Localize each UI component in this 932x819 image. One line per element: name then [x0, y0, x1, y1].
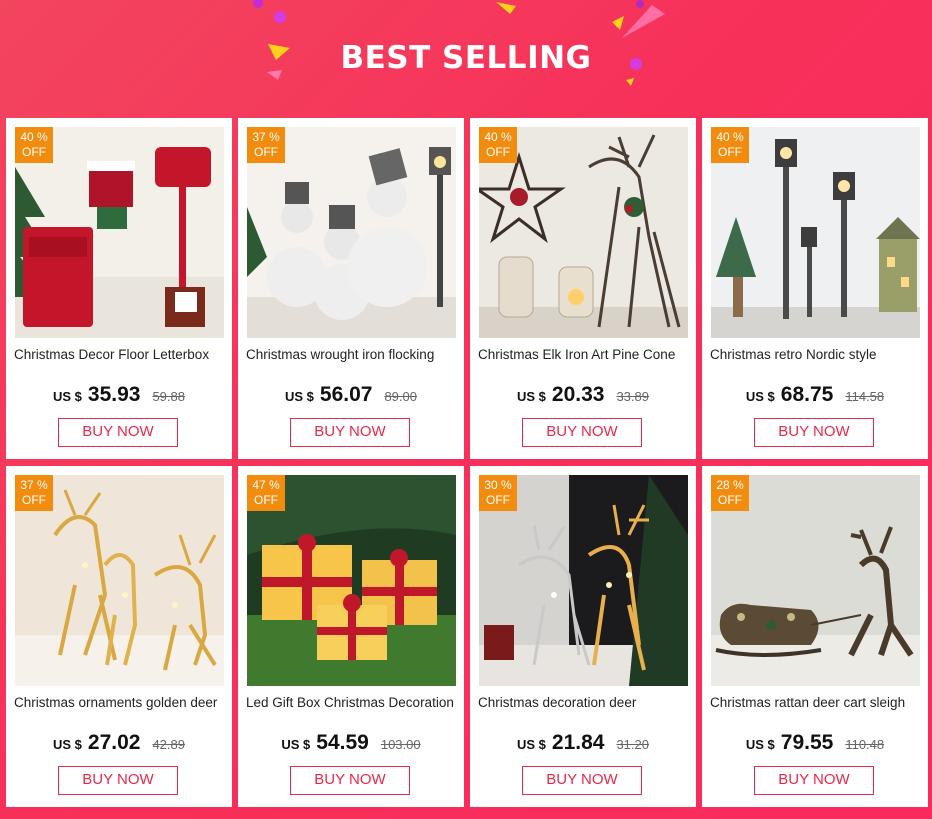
price-row: US $ 56.07 89.00 — [238, 383, 464, 407]
discount-percent: 30 % — [484, 478, 512, 492]
buy-now-button[interactable]: BUY NOW — [754, 766, 874, 795]
currency-label: US $ — [516, 389, 546, 404]
product-image[interactable]: 40 % OFF — [15, 127, 224, 338]
currency-label: US $ — [745, 389, 775, 404]
buy-now-button[interactable]: BUY NOW — [290, 766, 410, 795]
sale-price: 54.59 — [316, 731, 369, 754]
discount-off: OFF — [254, 145, 278, 159]
page-title: BEST SELLING — [340, 40, 592, 76]
discount-badge: 37 % OFF — [247, 127, 285, 163]
product-image[interactable]: 40 % OFF — [479, 127, 688, 338]
currency-label: US $ — [52, 389, 82, 404]
sale-price: 79.55 — [780, 731, 834, 754]
original-price: 42.89 — [152, 737, 185, 752]
price-row: US $ 27.02 42.89 — [6, 731, 232, 755]
original-price: 114.58 — [845, 389, 885, 404]
product-grid: 40 % OFF Christmas Decor Floor Letterbox… — [6, 118, 928, 807]
discount-off: OFF — [718, 493, 742, 507]
discount-off: OFF — [254, 493, 278, 507]
product-name[interactable]: Christmas wrought iron flocking — [246, 347, 458, 362]
discount-badge: 47 % OFF — [247, 475, 285, 511]
discount-percent: 40 % — [20, 130, 48, 144]
product-name[interactable]: Christmas Elk Iron Art Pine Cone — [478, 347, 690, 362]
product-name[interactable]: Led Gift Box Christmas Decoration — [246, 695, 458, 710]
discount-percent: 40 % — [484, 130, 512, 144]
discount-percent: 40 % — [716, 130, 744, 144]
buy-now-button[interactable]: BUY NOW — [58, 418, 178, 447]
price-row: US $ 68.75 114.58 — [702, 383, 928, 407]
price-row: US $ 20.33 33.89 — [470, 383, 696, 407]
discount-off: OFF — [486, 493, 510, 507]
original-price: 33.89 — [616, 389, 649, 404]
product-name[interactable]: Christmas retro Nordic style — [710, 347, 922, 362]
price-row: US $ 79.55 110.48 — [702, 731, 928, 755]
product-image[interactable]: 40 % OFF — [711, 127, 920, 338]
discount-badge: 30 % OFF — [479, 475, 517, 511]
product-name[interactable]: Christmas rattan deer cart sleigh — [710, 695, 922, 710]
discount-off: OFF — [718, 145, 742, 159]
price-row: US $ 21.84 31.20 — [470, 731, 696, 755]
buy-now-button[interactable]: BUY NOW — [290, 418, 410, 447]
product-name[interactable]: Christmas Decor Floor Letterbox — [14, 347, 226, 362]
buy-now-button[interactable]: BUY NOW — [522, 418, 642, 447]
discount-percent: 37 % — [20, 478, 48, 492]
original-price: 103.00 — [380, 737, 421, 752]
discount-off: OFF — [486, 145, 510, 159]
product-name[interactable]: Christmas decoration deer — [478, 695, 690, 710]
product-card[interactable]: 30 % OFF Christmas decoration deer US $ 2… — [470, 466, 696, 807]
discount-badge: 37 % OFF — [15, 475, 53, 511]
product-image[interactable]: 37 % OFF — [247, 127, 456, 338]
buy-now-button[interactable]: BUY NOW — [754, 418, 874, 447]
product-image[interactable]: 47 % OFF — [247, 475, 456, 686]
buy-now-button[interactable]: BUY NOW — [522, 766, 642, 795]
product-image[interactable]: 37 % OFF — [15, 475, 224, 686]
currency-label: US $ — [516, 737, 546, 752]
product-card[interactable]: 37 % OFF Christmas wrought iron flocking… — [238, 118, 464, 459]
discount-badge: 40 % OFF — [479, 127, 517, 163]
currency-label: US $ — [52, 737, 82, 752]
original-price: 31.20 — [616, 737, 649, 752]
product-card[interactable]: 47 % OFF Led Gift Box Christmas Decorati… — [238, 466, 464, 807]
sale-price: 68.75 — [780, 383, 834, 406]
product-card[interactable]: 40 % OFF Christmas Decor Floor Letterbox… — [6, 118, 232, 459]
discount-percent: 28 % — [716, 478, 744, 492]
price-row: US $ 54.59 103.00 — [238, 731, 464, 755]
discount-badge: 28 % OFF — [711, 475, 749, 511]
original-price: 110.48 — [845, 737, 885, 752]
sale-price: 20.33 — [551, 383, 605, 406]
sale-price: 21.84 — [551, 731, 605, 754]
product-image[interactable]: 30 % OFF — [479, 475, 688, 686]
product-card[interactable]: 28 % OFF Christmas rattan deer cart slei… — [702, 466, 928, 807]
product-card[interactable]: 40 % OFF Christmas retro Nordic style US… — [702, 118, 928, 459]
buy-now-button[interactable]: BUY NOW — [58, 766, 178, 795]
product-card[interactable]: 40 % OFF Christmas Elk Iron Art Pine Con… — [470, 118, 696, 459]
discount-badge: 40 % OFF — [711, 127, 749, 163]
currency-label: US $ — [745, 737, 775, 752]
currency-label: US $ — [281, 737, 311, 752]
price-row: US $ 35.93 59.88 — [6, 383, 232, 407]
product-card[interactable]: 37 % OFF Christmas ornaments golden deer… — [6, 466, 232, 807]
sale-price: 35.93 — [87, 383, 141, 406]
product-name[interactable]: Christmas ornaments golden deer — [14, 695, 226, 710]
original-price: 89.00 — [384, 389, 417, 404]
sale-price: 27.02 — [87, 731, 141, 754]
currency-label: US $ — [284, 389, 314, 404]
product-image[interactable]: 28 % OFF — [711, 475, 920, 686]
sale-price: 56.07 — [319, 383, 373, 406]
discount-badge: 40 % OFF — [15, 127, 53, 163]
discount-percent: 47 % — [252, 478, 280, 492]
discount-percent: 37 % — [252, 130, 280, 144]
original-price: 59.88 — [152, 389, 185, 404]
discount-off: OFF — [22, 493, 46, 507]
discount-off: OFF — [22, 145, 46, 159]
